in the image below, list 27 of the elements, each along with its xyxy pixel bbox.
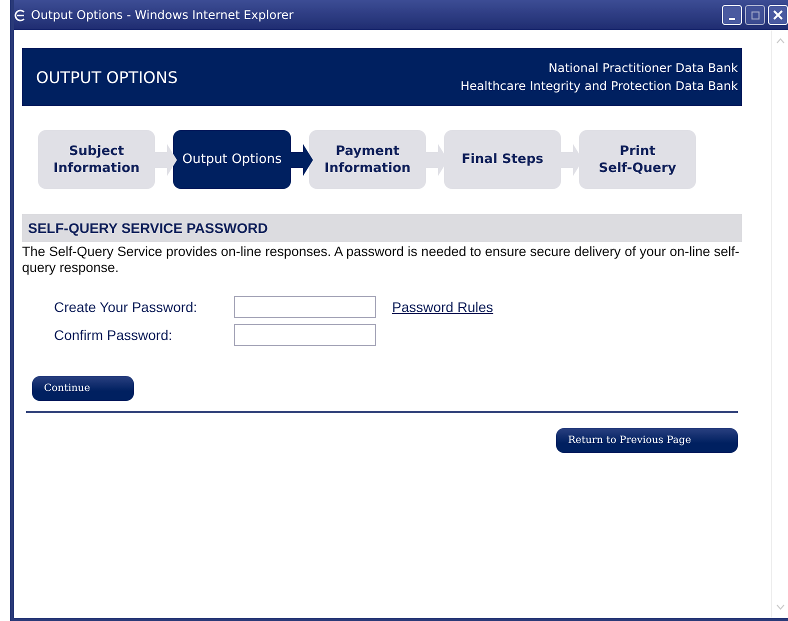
progress-step: Print Self-Query [579, 130, 696, 189]
close-icon [773, 10, 783, 20]
section-heading: SELF-QUERY SERVICE PASSWORD [22, 214, 742, 242]
organization-name: National Practitioner Data Bank [548, 60, 738, 77]
continue-button[interactable]: Continue [32, 376, 134, 401]
description-text: The Self-Query Service provides on-line responses. A password is needed to ensure secure delivery of your on-line self-query response. [22, 244, 740, 276]
password-field[interactable] [234, 296, 376, 318]
progress-step: Subject Information [38, 130, 155, 189]
organization-name: Healthcare Integrity and Protection Data Bank [460, 78, 738, 95]
field-label: Confirm Password: [54, 327, 174, 343]
window-title: Output Options - Windows Internet Explorer [31, 8, 295, 22]
progress-step: Output Options [173, 130, 291, 189]
field-label: Create Your Password: [54, 299, 198, 315]
progress-step: Payment Information [309, 130, 426, 189]
scroll-down-icon[interactable] [776, 604, 784, 610]
browser-icon [14, 8, 27, 22]
password-field[interactable] [234, 324, 376, 346]
return-button[interactable]: Return to Previous Page [556, 428, 738, 453]
minimize-button[interactable] [722, 5, 742, 25]
maximize-icon [750, 10, 760, 20]
maximize-button[interactable] [745, 5, 765, 25]
password-rules-link[interactable]: Password Rules [392, 299, 494, 315]
page-title: OUTPUT OPTIONS [36, 68, 178, 86]
scroll-up-icon[interactable] [776, 38, 784, 44]
close-button[interactable] [768, 5, 788, 25]
minimize-icon [729, 18, 735, 20]
progress-step: Final Steps [444, 130, 561, 189]
